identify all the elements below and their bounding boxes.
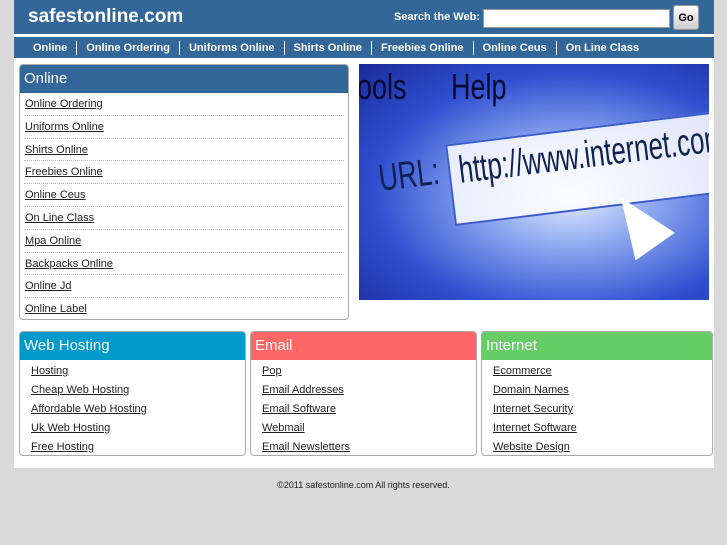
box-link[interactable]: Internet Security bbox=[493, 403, 573, 415]
nav-link[interactable]: Shirts Online bbox=[283, 40, 371, 55]
nav-link[interactable]: Online Ceus bbox=[472, 40, 556, 55]
box-link[interactable]: Domain Names bbox=[493, 384, 569, 396]
box-link[interactable]: Free Hosting bbox=[31, 441, 94, 453]
email-box: Email Pop Email Addresses Email Software… bbox=[250, 331, 477, 456]
box-link[interactable]: Webmail bbox=[262, 422, 305, 434]
top-nav: Online Online Ordering Uniforms Online S… bbox=[14, 37, 714, 58]
box-link[interactable]: Email Newsletters bbox=[262, 441, 350, 453]
internet-box: Internet Ecommerce Domain Names Internet… bbox=[481, 331, 713, 456]
panel-link[interactable]: Online Jd bbox=[24, 275, 344, 299]
panel-title: Online bbox=[20, 65, 348, 93]
nav-link[interactable]: Online bbox=[24, 41, 76, 55]
box-title: Internet bbox=[482, 332, 712, 360]
header: safestonline.com Search the Web: Go bbox=[14, 0, 714, 34]
panel-link[interactable]: Shirts Online bbox=[24, 139, 344, 162]
panel-link[interactable]: Freebies Online bbox=[24, 161, 344, 185]
hero-image: ools Help URL: http://www.internet.com bbox=[359, 64, 709, 300]
search-input[interactable] bbox=[483, 9, 670, 28]
site-logo[interactable]: safestonline.com bbox=[28, 6, 183, 28]
panel-link[interactable]: Online Label bbox=[24, 298, 344, 319]
panel-link[interactable]: Online Ceus bbox=[24, 184, 344, 207]
nav-link[interactable]: On Line Class bbox=[555, 40, 648, 55]
nav-link[interactable]: Uniforms Online bbox=[178, 40, 284, 55]
box-link[interactable]: Ecommerce bbox=[493, 365, 552, 377]
go-button[interactable]: Go bbox=[673, 5, 699, 30]
box-link[interactable]: Uk Web Hosting bbox=[31, 422, 110, 434]
image-menu-text: Help bbox=[451, 66, 507, 107]
image-url-label: URL: bbox=[376, 150, 442, 200]
panel-link[interactable]: Uniforms Online bbox=[24, 116, 344, 139]
box-link[interactable]: Affordable Web Hosting bbox=[31, 403, 147, 415]
panel-link[interactable]: Mpa Online bbox=[24, 230, 344, 253]
box-title: Web Hosting bbox=[20, 332, 245, 360]
panel-link[interactable]: Backpacks Online bbox=[24, 253, 344, 276]
box-link[interactable]: Cheap Web Hosting bbox=[31, 384, 129, 396]
footer-copyright: ©2011 safestonline.com All rights reserv… bbox=[277, 480, 450, 490]
box-link[interactable]: Website Design bbox=[493, 441, 570, 453]
web-hosting-box: Web Hosting Hosting Cheap Web Hosting Af… bbox=[19, 331, 246, 456]
box-link[interactable]: Email Addresses bbox=[262, 384, 344, 396]
online-panel: Online Online Ordering Uniforms Online S… bbox=[19, 64, 349, 320]
box-title: Email bbox=[251, 332, 476, 360]
panel-link[interactable]: On Line Class bbox=[24, 207, 344, 230]
nav-link[interactable]: Online Ordering bbox=[76, 40, 179, 55]
box-link[interactable]: Email Software bbox=[262, 403, 336, 415]
box-link[interactable]: Pop bbox=[262, 365, 282, 377]
box-link[interactable]: Internet Software bbox=[493, 422, 577, 434]
nav-link[interactable]: Freebies Online bbox=[371, 40, 473, 55]
panel-link[interactable]: Online Ordering bbox=[24, 93, 344, 116]
image-menu-text: ools bbox=[359, 66, 407, 107]
box-link[interactable]: Hosting bbox=[31, 365, 68, 377]
search-label: Search the Web: bbox=[394, 11, 480, 23]
